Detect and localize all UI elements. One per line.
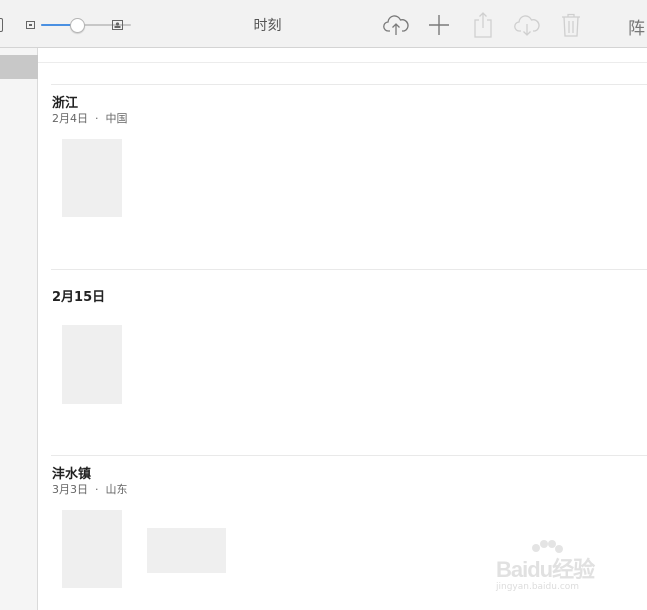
download-button[interactable]	[512, 10, 542, 40]
photo-thumbnail[interactable]	[147, 528, 226, 573]
photo-thumbnail[interactable]	[62, 510, 122, 588]
toolbar-cut-label[interactable]: 阵	[628, 14, 645, 39]
photo-thumbnail[interactable]	[62, 325, 122, 404]
moment-section: 2月15日	[38, 269, 647, 449]
watermark-url: jingyan.baidu.com	[496, 582, 580, 592]
zoom-slider[interactable]	[26, 17, 131, 33]
sidebar-toggle-icon[interactable]	[0, 18, 3, 32]
section-divider	[51, 84, 647, 85]
moment-title: 浙江	[52, 96, 79, 111]
photo-thumbnail[interactable]	[62, 139, 122, 217]
share-icon	[474, 12, 492, 38]
watermark: Baidu经验 jingyan.baidu.com	[490, 540, 630, 600]
plus-icon	[429, 15, 449, 35]
section-divider	[51, 269, 647, 270]
moment-subtitle: 3月3日 · 山东	[52, 483, 128, 496]
moment-section: 浙江 2月4日 · 中国	[38, 84, 647, 264]
upload-button[interactable]	[381, 10, 411, 40]
delete-button[interactable]	[556, 10, 586, 40]
sidebar	[0, 48, 38, 610]
zoom-knob[interactable]	[70, 18, 85, 33]
small-photo-icon	[26, 21, 35, 29]
large-photo-icon	[112, 20, 123, 30]
moments-view: 浙江 2月4日 · 中国 2月15日 沣水镇 3月3日 · 山东	[38, 48, 647, 610]
moment-subtitle: 2月4日 · 中国	[52, 112, 128, 125]
section-divider	[51, 455, 647, 456]
sidebar-selected-item[interactable]	[0, 55, 38, 79]
trash-icon	[562, 13, 580, 37]
toolbar-title: 时刻	[253, 18, 282, 34]
share-button[interactable]	[468, 10, 498, 40]
moment-title: 2月15日	[52, 290, 106, 305]
add-button[interactable]	[424, 10, 454, 40]
cloud-download-icon	[514, 15, 540, 36]
moment-title: 沣水镇	[52, 467, 92, 482]
watermark-brand: Baidu经验	[496, 557, 595, 582]
cloud-upload-icon	[383, 15, 409, 35]
header-divider	[38, 62, 647, 63]
toolbar: 时刻 阵	[0, 0, 647, 48]
